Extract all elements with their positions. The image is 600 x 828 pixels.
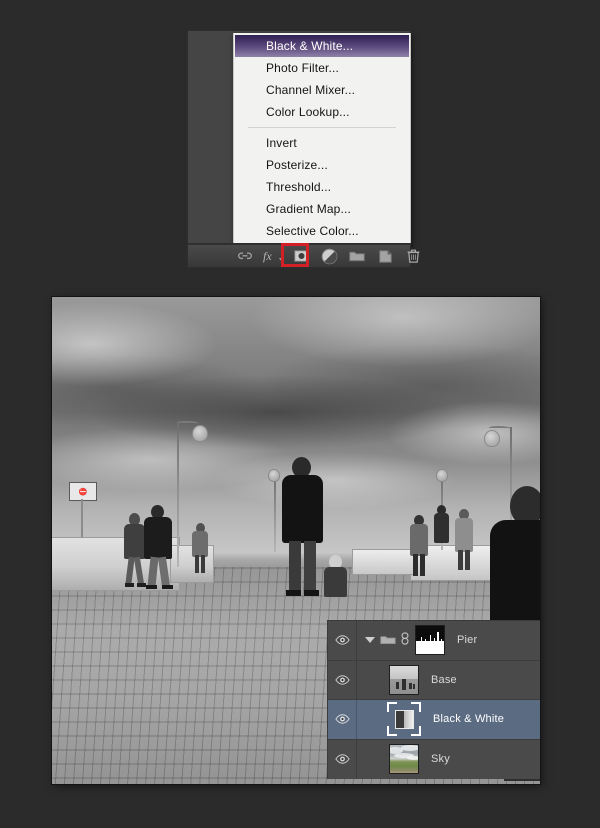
railing [352,549,416,575]
pier-sign: ⛔ [69,482,97,501]
menu-item-posterize[interactable]: Posterize... [234,154,410,176]
layer-thumbnail-area[interactable] [357,702,421,736]
layers-panel-button-bar[interactable]: fx [188,244,410,267]
menu-item-black-and-white[interactable]: Black & White... [235,35,409,57]
menu-item-label: Invert [266,136,297,150]
lamp-post [177,422,179,567]
layer-name-label: Black & White [421,713,504,725]
selection-bracket-icon [387,702,397,712]
layer-visibility-eye-icon[interactable] [328,700,357,739]
menu-item-gradient-map[interactable]: Gradient Map... [234,198,410,220]
layer-image-thumbnail[interactable] [389,665,419,695]
layer-visibility-eye-icon[interactable] [328,740,357,780]
menu-separator [248,127,396,128]
link-layers-icon[interactable] [401,632,409,648]
new-layer-icon[interactable] [372,245,398,267]
menu-item-color-lookup[interactable]: Color Lookup... [234,101,410,123]
svg-text:fx: fx [263,249,272,263]
menu-item-label: Selective Color... [266,224,359,238]
menu-item-label: Channel Mixer... [266,83,355,97]
layer-name-label: Sky [419,753,450,765]
menu-item-channel-mixer[interactable]: Channel Mixer... [234,79,410,101]
layer-mask-thumbnail[interactable] [415,625,445,655]
menu-item-label: Threshold... [266,180,331,194]
layer-visibility-eye-icon[interactable] [328,621,357,660]
menu-item-label: Black & White... [266,39,353,53]
new-adjustment-layer-menu[interactable]: Black & White... Photo Filter... Channel… [233,33,411,247]
link-layers-icon[interactable] [232,245,258,267]
layer-visibility-eye-icon[interactable] [328,661,357,700]
layer-style-fx-icon[interactable]: fx [260,245,286,267]
menu-item-threshold[interactable]: Threshold... [234,176,410,198]
lamp-arm [177,421,199,425]
layer-name-label: Base [419,674,457,686]
layer-row-black-and-white[interactable]: Black & White [328,700,540,740]
layer-thumbnail-area[interactable] [357,625,445,655]
new-adjustment-layer-icon[interactable] [316,245,342,267]
layers-panel[interactable]: Pier Base [327,620,540,779]
menu-item-selective-color[interactable]: Selective Color... [234,220,410,242]
pier-sign-post [81,499,83,537]
delete-layer-trash-icon[interactable] [400,245,426,267]
add-layer-mask-icon[interactable] [288,245,314,267]
black-and-white-adjustment-thumbnail[interactable] [387,702,421,736]
layer-row-base[interactable]: Base [328,661,540,701]
layer-image-thumbnail[interactable] [389,744,419,774]
selection-bracket-icon [387,726,397,736]
new-group-icon[interactable] [344,245,370,267]
lamp-head [268,469,280,482]
selection-bracket-icon [411,702,421,712]
menu-item-label: Color Lookup... [266,105,350,119]
lamp-head [436,469,448,482]
layer-thumbnail-area[interactable] [357,744,419,774]
layer-name-label: Pier [445,634,477,646]
menu-item-label: Posterize... [266,158,328,172]
chevron-down-icon[interactable] [365,637,375,643]
layer-row-sky[interactable]: Sky [328,740,540,780]
menu-item-photo-filter[interactable]: Photo Filter... [234,57,410,79]
layer-thumbnail-area[interactable] [357,665,419,695]
menu-item-invert[interactable]: Invert [234,132,410,154]
lamp-post [274,474,276,552]
lamp-head [192,425,208,442]
selection-bracket-icon [411,726,421,736]
pier-sign-text: ⛔ [79,488,88,496]
menu-item-label: Photo Filter... [266,61,339,75]
layer-row-pier[interactable]: Pier [328,621,540,661]
menu-item-label: Gradient Map... [266,202,351,216]
lamp-head [484,430,500,447]
folder-icon [380,633,396,648]
